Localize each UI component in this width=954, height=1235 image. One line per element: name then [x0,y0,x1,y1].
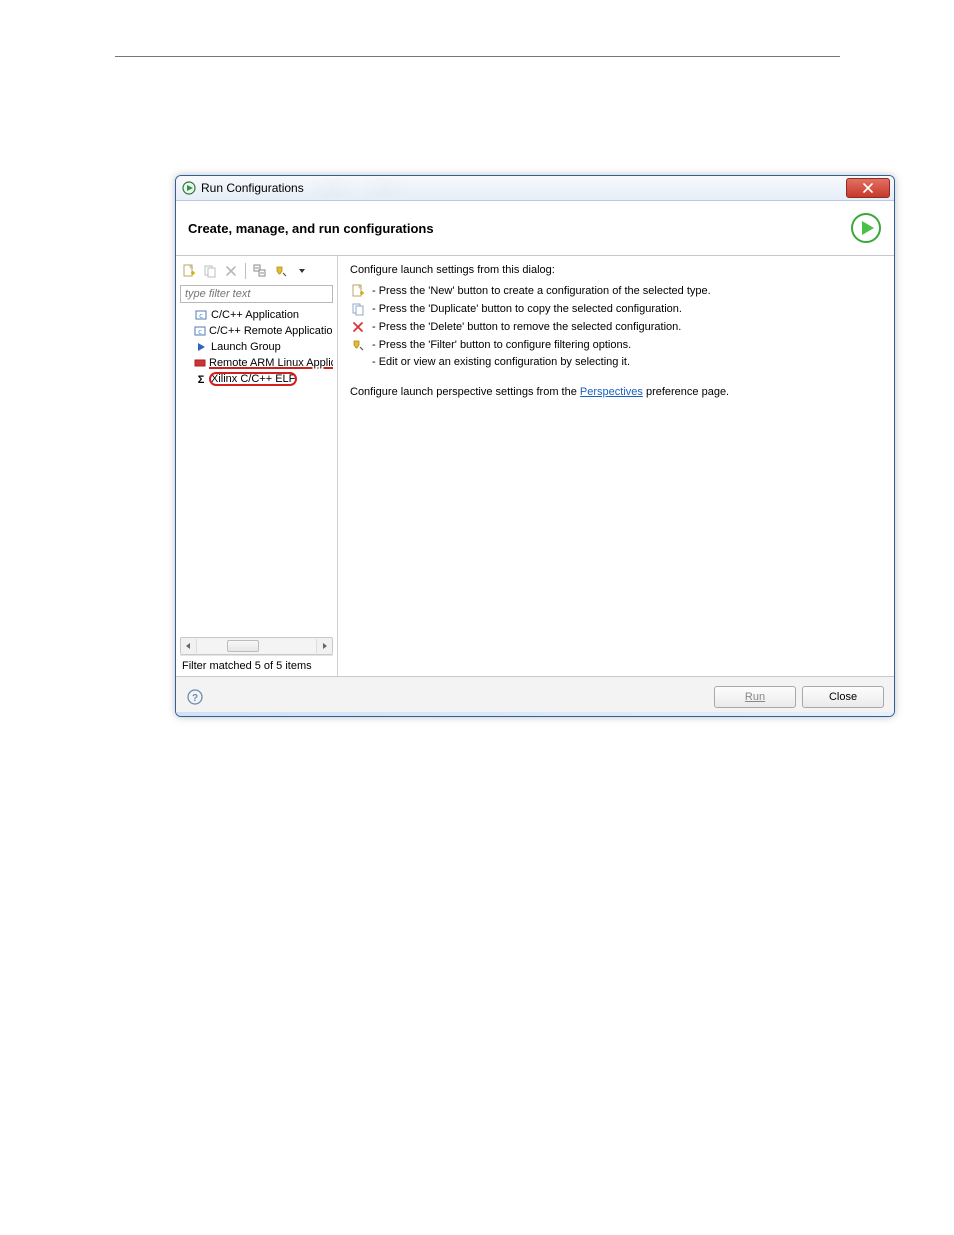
persp-prefix: Configure launch perspective settings fr… [350,386,580,398]
remote-arm-icon [194,357,206,369]
delete-icon [350,320,366,334]
left-panel: c C/C++ Application c C/C++ Remote Ap [176,256,338,676]
tree-item-remote-arm-linux[interactable]: Remote ARM Linux Applicati [180,355,333,371]
svg-text:c: c [199,312,203,320]
bottom-glow [176,712,894,716]
close-button[interactable]: Close [802,686,884,708]
titlebar-ghost [306,178,834,198]
perspectives-line: Configure launch perspective settings fr… [350,386,882,398]
delete-config-button[interactable] [222,262,240,280]
tree-item-label: C/C++ Remote Application [209,325,333,337]
filter-dropdown-button[interactable] [293,262,311,280]
perspectives-link[interactable]: Perspectives [580,386,643,398]
xilinx-icon: Σ [194,373,208,385]
page-divider [115,56,840,57]
scroll-right-button[interactable] [318,639,332,653]
toolbar-separator [245,263,246,279]
config-toolbar [180,260,333,282]
help-line-text: - Press the 'Duplicate' button to copy t… [372,303,682,315]
xilinx-highlight: Xilinx C/C++ ELF [211,373,295,385]
svg-text:Σ: Σ [198,374,205,385]
intro-text: Configure launch settings from this dial… [350,264,882,276]
scroll-left-button[interactable] [181,639,195,653]
titlebar[interactable]: Run Configurations [176,176,894,201]
dialog-footer: ? Run Close [176,676,894,717]
tree-item-label: Xilinx C/C++ ELF [211,373,295,385]
right-panel: Configure launch settings from this dial… [338,256,894,676]
svg-text:?: ? [192,693,198,704]
help-line-text: - Edit or view an existing configuration… [372,356,630,368]
filter-text-input[interactable] [180,285,333,303]
tree-item-xilinx-elf[interactable]: Σ Xilinx C/C++ ELF [180,371,333,387]
config-tree[interactable]: c C/C++ Application c C/C++ Remote Ap [180,307,333,633]
help-line-duplicate: - Press the 'Duplicate' button to copy t… [350,302,882,316]
filter-button[interactable] [272,262,290,280]
close-window-button[interactable] [846,178,890,198]
tree-item-c-remote-application[interactable]: c C/C++ Remote Application [180,323,333,339]
run-icon [182,181,196,195]
dialog-body: c C/C++ Application c C/C++ Remote Ap [176,256,894,676]
tree-item-c-application[interactable]: c C/C++ Application [180,307,333,323]
tree-item-label: Launch Group [211,341,281,353]
run-large-icon [850,212,882,244]
help-line-text: - Press the 'New' button to create a con… [372,285,711,297]
persp-suffix: preference page. [643,386,729,398]
scroll-thumb[interactable] [227,640,259,652]
scroll-track[interactable] [196,639,317,653]
new-doc-icon [350,284,366,298]
tree-item-label: Remote ARM Linux Applicati [209,357,333,369]
filter-icon [350,338,366,352]
launch-group-icon [194,341,208,353]
filter-text-container [180,285,333,303]
close-button-label: Close [829,691,857,703]
dialog-header: Create, manage, and run configurations [176,201,894,256]
run-button-label: Run [745,691,765,703]
tree-item-launch-group[interactable]: Launch Group [180,339,333,355]
help-line-edit: - Edit or view an existing configuration… [350,356,882,368]
c-remote-app-icon: c [194,325,206,337]
collapse-all-button[interactable] [251,262,269,280]
help-line-delete: - Press the 'Delete' button to remove th… [350,320,882,334]
svg-text:c: c [198,328,202,336]
help-button[interactable]: ? [186,688,204,706]
help-line-new: - Press the 'New' button to create a con… [350,284,882,298]
duplicate-icon [350,302,366,316]
new-config-button[interactable] [180,262,198,280]
help-line-text: - Press the 'Delete' button to remove th… [372,321,681,333]
duplicate-config-button[interactable] [201,262,219,280]
window-title: Run Configurations [201,181,304,195]
run-button[interactable]: Run [714,686,796,708]
help-line-text: - Press the 'Filter' button to configure… [372,339,631,351]
dialog-header-title: Create, manage, and run configurations [188,221,434,236]
c-app-icon: c [194,309,208,321]
tree-horizontal-scrollbar[interactable] [180,637,333,655]
run-configurations-dialog: Run Configurations Create, manage, and r… [175,175,895,717]
filter-status-text: Filter matched 5 of 5 items [180,655,333,676]
help-line-filter: - Press the 'Filter' button to configure… [350,338,882,352]
tree-item-label: C/C++ Application [211,309,299,321]
